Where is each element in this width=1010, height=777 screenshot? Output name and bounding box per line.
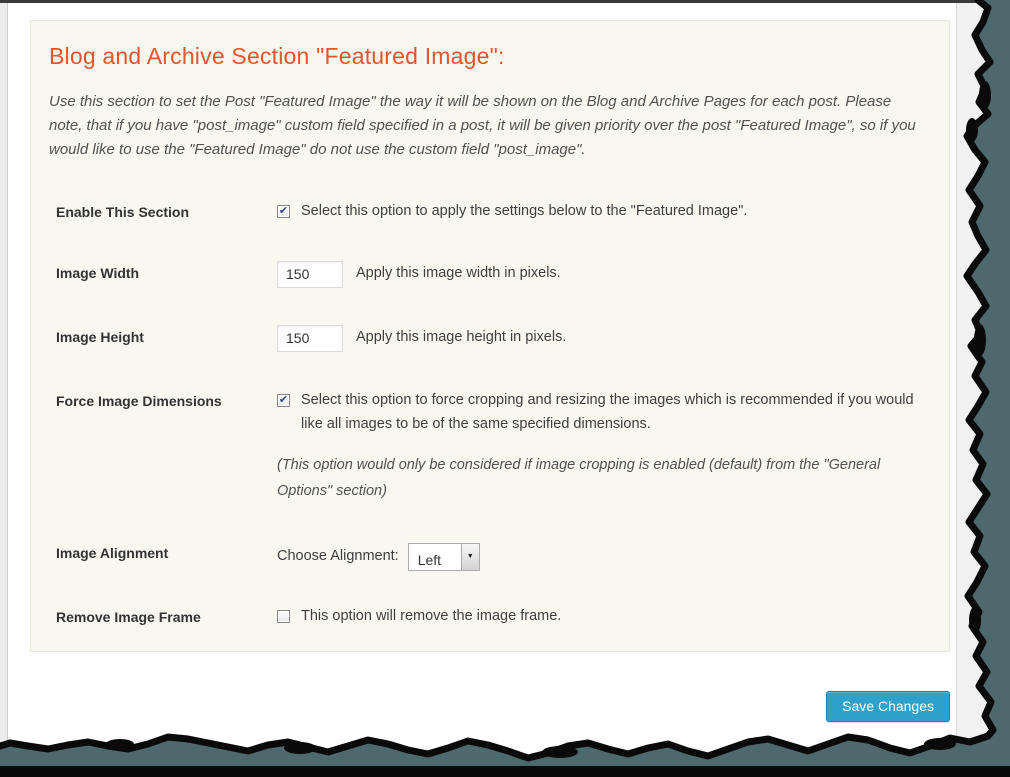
section-description: Use this section to set the Post "Featur…: [49, 90, 919, 162]
force-dimensions-label: Force Image Dimensions: [49, 389, 277, 409]
save-row: Save Changes: [30, 691, 950, 722]
row-remove-frame: Remove Image Frame This option will remo…: [49, 605, 919, 629]
image-width-label: Image Width: [49, 261, 277, 281]
page-left-edge: [0, 3, 8, 740]
alignment-select[interactable]: Left ▼: [408, 543, 480, 571]
remove-frame-checkbox[interactable]: [277, 610, 290, 623]
image-height-label: Image Height: [49, 325, 277, 345]
image-alignment-label: Image Alignment: [49, 541, 277, 561]
enable-section-label: Enable This Section: [49, 200, 277, 220]
row-force-dimensions: Force Image Dimensions ✔ Select this opt…: [49, 389, 919, 504]
save-changes-button[interactable]: Save Changes: [826, 691, 950, 722]
window-top-border: [0, 0, 1010, 3]
alignment-select-value: Left: [409, 544, 461, 570]
force-dimensions-note: (This option would only be considered if…: [277, 452, 917, 504]
choose-alignment-text: Choose Alignment:: [277, 545, 399, 569]
enable-section-desc: Select this option to apply the settings…: [301, 200, 747, 224]
featured-image-settings-panel: Blog and Archive Section "Featured Image…: [30, 20, 950, 652]
image-height-input[interactable]: [277, 325, 343, 352]
remove-frame-desc: This option will remove the image frame.: [301, 605, 561, 629]
image-height-desc: Apply this image height in pixels.: [356, 326, 566, 350]
chevron-down-icon[interactable]: ▼: [461, 544, 479, 570]
remove-frame-label: Remove Image Frame: [49, 605, 277, 625]
page-right-scroll-gutter[interactable]: [956, 3, 1010, 753]
enable-section-checkbox[interactable]: ✔: [277, 205, 290, 218]
row-image-width: Image Width Apply this image width in pi…: [49, 261, 919, 288]
row-image-alignment: Image Alignment Choose Alignment: Left ▼: [49, 541, 919, 571]
force-dimensions-desc: Select this option to force cropping and…: [301, 389, 917, 437]
image-width-desc: Apply this image width in pixels.: [356, 262, 561, 286]
page-title: Blog and Archive Section "Featured Image…: [49, 43, 919, 70]
image-width-input[interactable]: [277, 261, 343, 288]
force-dimensions-checkbox[interactable]: ✔: [277, 394, 290, 407]
screenshot-canvas: Blog and Archive Section "Featured Image…: [0, 0, 1010, 777]
row-enable-section: Enable This Section ✔ Select this option…: [49, 200, 919, 224]
row-image-height: Image Height Apply this image height in …: [49, 325, 919, 352]
